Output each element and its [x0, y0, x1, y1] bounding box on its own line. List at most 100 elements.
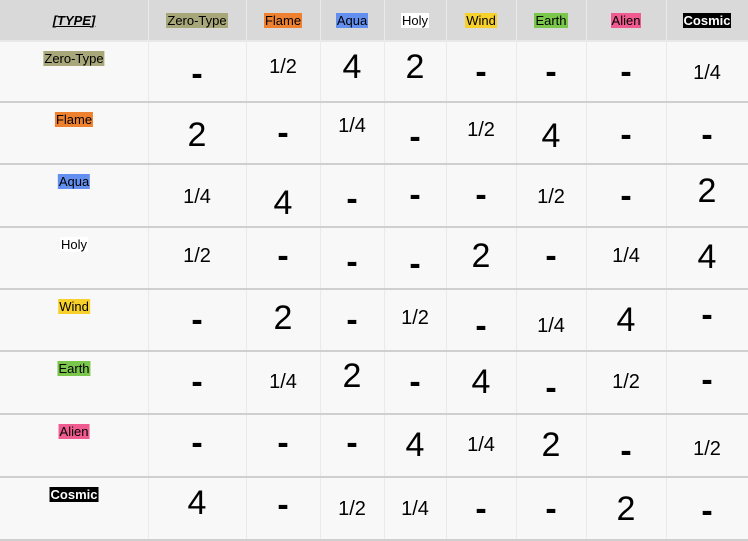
- column-divider: [246, 0, 247, 541]
- multiplier-cell: -: [475, 307, 487, 345]
- multiplier-cell: -: [620, 116, 632, 154]
- row-header-type-badge: Wind: [58, 299, 90, 314]
- multiplier-cell: -: [191, 424, 203, 462]
- multiplier-cell: -: [277, 486, 289, 524]
- multiplier-cell: 2: [541, 426, 561, 464]
- column-header: Holy: [384, 0, 446, 40]
- row-divider: [0, 226, 748, 228]
- multiplier-cell: 4: [273, 184, 293, 222]
- multiplier-cell: 1/2: [467, 119, 495, 141]
- row-header-type-badge: Earth: [57, 361, 91, 376]
- multiplier-cell: 1/4: [401, 498, 429, 520]
- column-header: Earth: [516, 0, 586, 40]
- multiplier-cell: -: [701, 361, 713, 399]
- column-header: Aqua: [320, 0, 384, 40]
- row-header-type-badge: Flame: [54, 112, 94, 127]
- column-header-type-badge: Wind: [465, 12, 497, 28]
- multiplier-cell: -: [620, 177, 632, 215]
- column-header-type-badge: Aqua: [335, 12, 369, 28]
- multiplier-cell: 2: [187, 116, 207, 154]
- column-header: Cosmic: [666, 0, 748, 40]
- row-header-type-badge: Cosmic: [49, 487, 99, 502]
- column-header-type-badge: Cosmic: [682, 12, 732, 28]
- row-divider: [0, 413, 748, 415]
- multiplier-cell: 2: [471, 237, 491, 275]
- row-divider: [0, 476, 748, 478]
- row-divider: [0, 101, 748, 103]
- column-divider: [586, 0, 587, 541]
- multiplier-cell: -: [545, 53, 557, 91]
- multiplier-cell: -: [620, 432, 632, 470]
- column-divider: [516, 0, 517, 541]
- row-header-type-badge: Alien: [58, 424, 90, 439]
- column-header-type-badge: Flame: [263, 12, 303, 28]
- multiplier-cell: 4: [541, 117, 561, 155]
- multiplier-cell: -: [277, 114, 289, 152]
- multiplier-cell: 1/2: [693, 438, 721, 460]
- multiplier-cell: -: [701, 492, 713, 530]
- type-effectiveness-table: [TYPE] Zero-Type Flame Aqua Holy Wind Earth Ali…: [0, 0, 748, 541]
- multiplier-cell: 4: [405, 426, 425, 464]
- multiplier-cell: 1/2: [401, 307, 429, 329]
- multiplier-cell: -: [701, 296, 713, 334]
- column-header: Zero-Type: [148, 0, 246, 40]
- multiplier-cell: 4: [697, 238, 717, 276]
- multiplier-cell: 4: [187, 484, 207, 522]
- column-header-type-badge: Zero-Type: [166, 12, 228, 28]
- multiplier-cell: -: [701, 116, 713, 154]
- row-divider: [0, 163, 748, 165]
- column-header: Wind: [446, 0, 516, 40]
- multiplier-cell: -: [545, 490, 557, 528]
- multiplier-cell: -: [475, 176, 487, 214]
- multiplier-cell: 1/2: [338, 498, 366, 520]
- multiplier-cell: 2: [342, 357, 362, 395]
- multiplier-cell: -: [409, 245, 421, 283]
- column-divider: [148, 0, 149, 541]
- multiplier-cell: 1/2: [612, 371, 640, 393]
- multiplier-cell: 2: [405, 48, 425, 86]
- row-divider: [0, 350, 748, 352]
- multiplier-cell: 1/4: [338, 115, 366, 137]
- multiplier-cell: 4: [342, 48, 362, 86]
- multiplier-cell: 1/2: [269, 56, 297, 78]
- multiplier-cell: -: [409, 176, 421, 214]
- multiplier-cell: 1/4: [183, 186, 211, 208]
- multiplier-cell: -: [346, 301, 358, 339]
- multiplier-cell: -: [475, 53, 487, 91]
- multiplier-cell: 1/4: [467, 434, 495, 456]
- multiplier-cell: -: [346, 180, 358, 218]
- row-divider: [0, 288, 748, 290]
- row-header-type-badge: Aqua: [57, 174, 91, 189]
- column-header: Alien: [586, 0, 666, 40]
- multiplier-cell: 4: [616, 301, 636, 339]
- row-header-type-badge: Holy: [59, 237, 89, 252]
- multiplier-cell: -: [277, 237, 289, 275]
- multiplier-cell: -: [191, 301, 203, 339]
- header-corner: [TYPE]: [0, 0, 148, 40]
- multiplier-cell: 1/4: [693, 62, 721, 84]
- multiplier-cell: -: [620, 53, 632, 91]
- type-header-label: [TYPE]: [52, 12, 96, 28]
- multiplier-cell: -: [191, 55, 203, 93]
- multiplier-cell: 1/4: [269, 371, 297, 393]
- multiplier-cell: 2: [616, 490, 636, 528]
- column-header: Flame: [246, 0, 320, 40]
- column-header-type-badge: Earth: [534, 12, 568, 28]
- column-divider: [666, 0, 667, 541]
- multiplier-cell: -: [545, 237, 557, 275]
- multiplier-cell: -: [277, 424, 289, 462]
- multiplier-cell: 1/4: [537, 315, 565, 337]
- multiplier-cell: -: [409, 363, 421, 401]
- multiplier-cell: 2: [697, 172, 717, 210]
- multiplier-cell: -: [346, 243, 358, 281]
- row-header-type-badge: Zero-Type: [43, 51, 105, 66]
- multiplier-cell: -: [346, 424, 358, 462]
- column-header-type-badge: Alien: [610, 12, 642, 28]
- multiplier-cell: 1/2: [537, 186, 565, 208]
- multiplier-cell: 1/4: [612, 245, 640, 267]
- column-divider: [446, 0, 447, 541]
- multiplier-cell: -: [191, 363, 203, 401]
- multiplier-cell: -: [409, 118, 421, 156]
- column-header-type-badge: Holy: [400, 12, 429, 28]
- multiplier-cell: 1/2: [183, 245, 211, 267]
